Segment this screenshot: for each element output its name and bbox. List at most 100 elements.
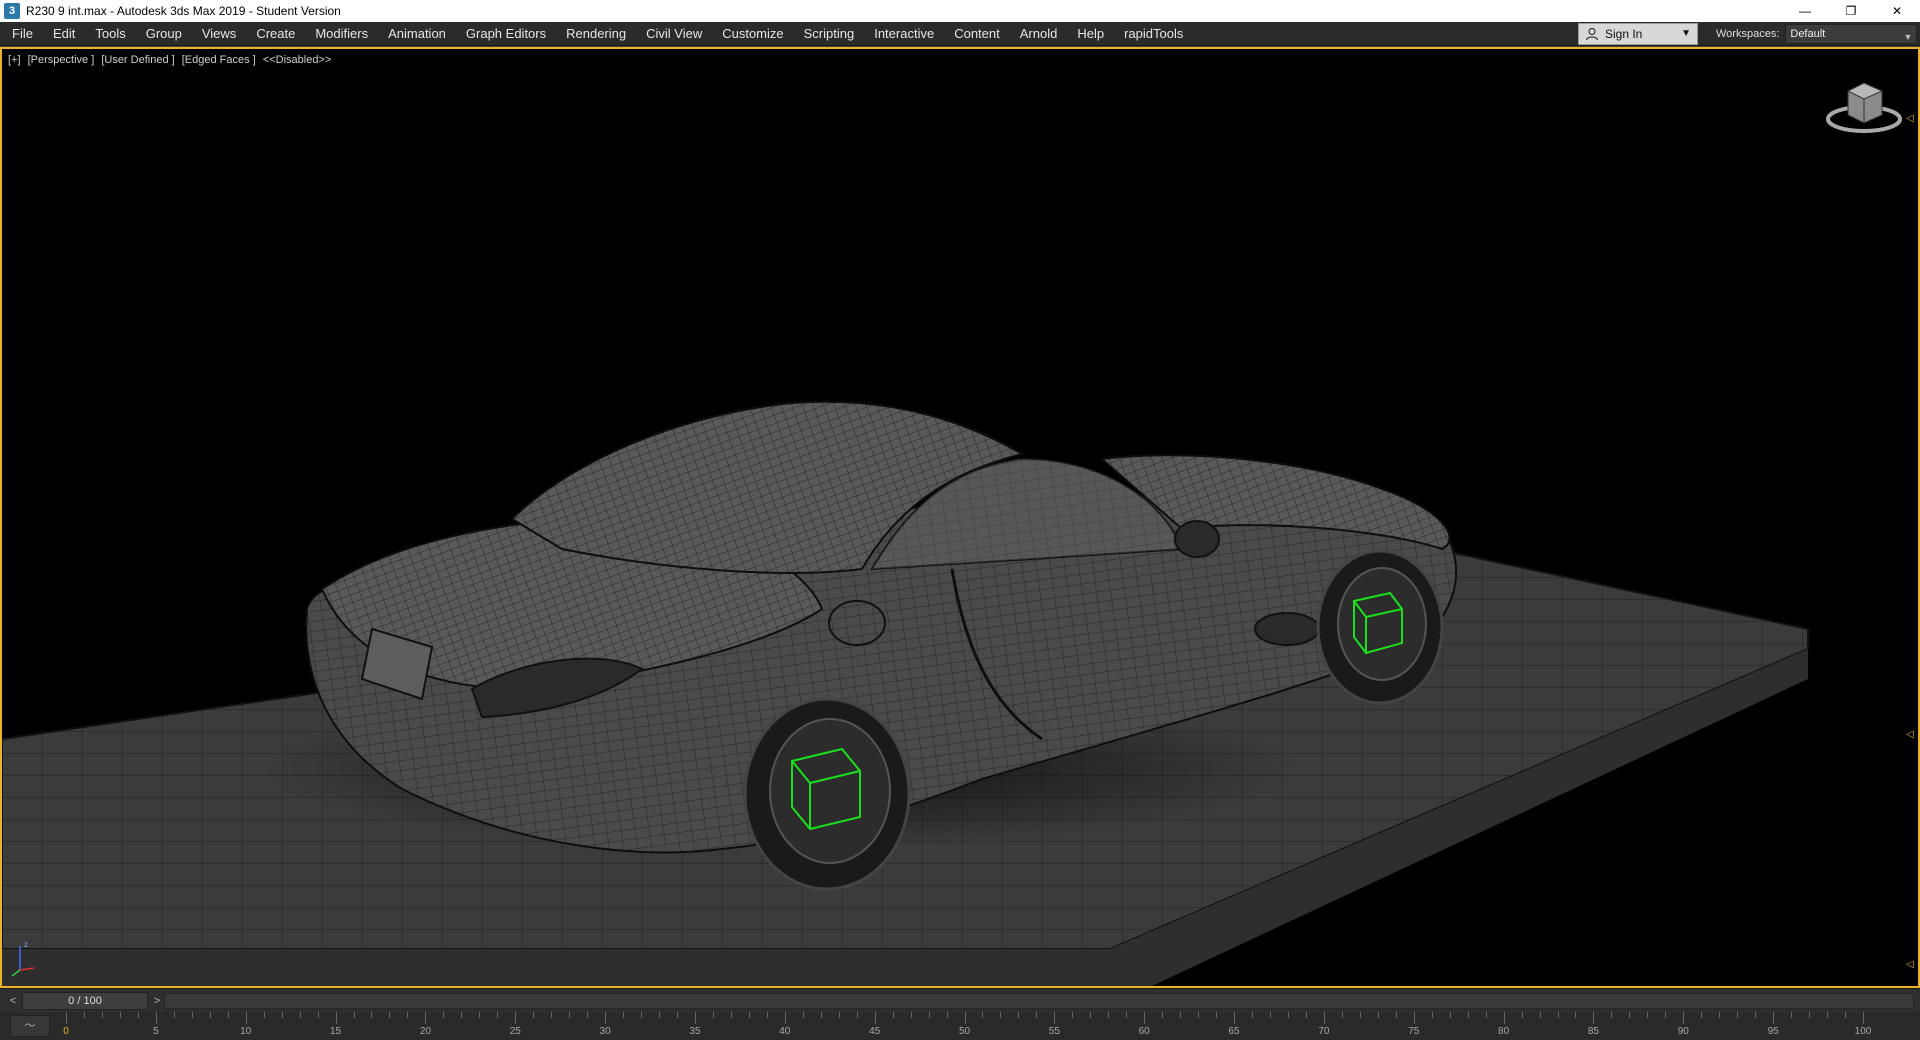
ruler-tick — [659, 1012, 660, 1018]
menu-rendering[interactable]: Rendering — [556, 22, 636, 46]
close-button[interactable]: ✕ — [1874, 0, 1920, 22]
workspaces-dropdown[interactable]: Default ▼ — [1785, 24, 1918, 44]
viewcube-icon[interactable] — [1824, 73, 1904, 137]
ruler-tick — [1395, 1012, 1397, 1018]
menu-content[interactable]: Content — [944, 22, 1010, 46]
ruler-tick — [946, 1012, 948, 1018]
ruler-tick — [407, 1012, 409, 1018]
ruler-tick — [1521, 1012, 1523, 1018]
menu-customize[interactable]: Customize — [712, 22, 793, 46]
viewport-edge-arrow-icon[interactable]: ◁ — [1906, 729, 1916, 741]
ruler-tick — [497, 1012, 499, 1018]
next-frame-button[interactable]: > — [150, 993, 164, 1009]
ruler-tick-label: 50 — [958, 1026, 971, 1037]
viewport-shading-menu[interactable]: [User Defined ] — [101, 54, 174, 66]
ruler-tick-label: 70 — [1318, 1026, 1330, 1037]
time-slider-frame-display[interactable]: 0 / 100 — [22, 992, 148, 1010]
ruler-tick — [928, 1012, 930, 1018]
ruler-tick — [1557, 1012, 1559, 1018]
viewport-edge-arrow-icon[interactable]: ◁ — [1906, 959, 1916, 971]
ruler-tick — [425, 1012, 427, 1024]
menu-views[interactable]: Views — [192, 22, 246, 46]
ruler-tick — [137, 1012, 139, 1018]
mini-curve-editor-icon[interactable]: 〜 — [10, 1015, 50, 1037]
ruler-tick — [1341, 1012, 1343, 1018]
viewport-disabled-status: <<Disabled>> — [262, 54, 332, 66]
frame-ruler[interactable]: 0 5 10 15 20 25 30 35 40 45 50 55 60 65 70 75 80 85 90 95 10… — [58, 1012, 1920, 1040]
menu-edit[interactable]: Edit — [43, 22, 85, 46]
ruler-tick-label: 5 — [153, 1026, 159, 1037]
viewport-general-menu[interactable]: [+] — [8, 54, 21, 66]
menu-file[interactable]: File — [0, 22, 43, 46]
time-slider-track[interactable] — [164, 993, 1914, 1009]
ruler-tick — [371, 1012, 373, 1018]
ruler-tick — [191, 1012, 193, 1018]
menu-graph-editors[interactable]: Graph Editors — [456, 22, 556, 46]
ruler-tick — [227, 1012, 229, 1018]
ruler-tick — [1162, 1012, 1164, 1018]
time-slider-bar: < 0 / 100 > — [0, 988, 1920, 1012]
viewport-display-menu[interactable]: [Edged Faces ] — [182, 54, 256, 66]
ruler-tick — [874, 1012, 876, 1024]
front-wheel — [1316, 549, 1444, 705]
ruler-tick — [119, 1012, 121, 1018]
ruler-tick — [263, 1012, 265, 1018]
restore-button[interactable]: ❐ — [1828, 0, 1874, 22]
ruler-tick — [1269, 1012, 1271, 1018]
minimize-button[interactable]: — — [1782, 0, 1828, 22]
menu-group[interactable]: Group — [136, 22, 192, 46]
ruler-tick-label: 40 — [779, 1026, 791, 1037]
ruler-tick-label: 55 — [1048, 1026, 1060, 1037]
ruler-tick — [1809, 1012, 1811, 1018]
window-title: R230 9 int.max - Autodesk 3ds Max 2019 -… — [26, 4, 341, 18]
viewport-label[interactable]: [+] [Perspective ] [User Defined ] [Edge… — [8, 54, 335, 66]
ruler-tick — [1036, 1012, 1038, 1018]
sign-in-button[interactable]: Sign In ▼ — [1578, 23, 1698, 45]
ruler-tick — [66, 1012, 67, 1024]
ruler-tick — [1305, 1012, 1307, 1018]
window-controls: — ❐ ✕ — [1782, 0, 1920, 22]
menu-create[interactable]: Create — [246, 22, 305, 46]
ruler-tick — [1323, 1012, 1325, 1024]
sign-in-label: Sign In — [1605, 27, 1643, 41]
ruler-tick-label: 20 — [419, 1026, 431, 1037]
ruler-tick-label: 25 — [509, 1026, 521, 1037]
ruler-tick — [1791, 1012, 1793, 1018]
title-bar: 3 R230 9 int.max - Autodesk 3ds Max 2019… — [0, 0, 1920, 22]
ruler-tick — [676, 1012, 678, 1018]
viewport-point-of-view-menu[interactable]: [Perspective ] — [28, 54, 95, 66]
ruler-tick — [1072, 1012, 1074, 1018]
ruler-tick-label: 60 — [1138, 1026, 1150, 1037]
ruler-tick — [1252, 1012, 1254, 1018]
ruler-tick-label: 30 — [599, 1026, 611, 1037]
viewport-edge-arrow-icon[interactable]: ◁ — [1906, 113, 1916, 125]
menu-animation[interactable]: Animation — [378, 22, 456, 46]
ruler-tick — [1000, 1012, 1002, 1018]
ruler-tick — [784, 1012, 786, 1024]
perspective-viewport[interactable]: [+] [Perspective ] [User Defined ] [Edge… — [0, 47, 1920, 988]
menu-tools[interactable]: Tools — [85, 22, 135, 46]
menu-civil-view[interactable]: Civil View — [636, 22, 712, 46]
ruler-tick — [964, 1012, 966, 1024]
menu-modifiers[interactable]: Modifiers — [305, 22, 378, 46]
menu-help[interactable]: Help — [1067, 22, 1114, 46]
ruler-tick — [389, 1012, 391, 1018]
ruler-tick — [982, 1012, 984, 1018]
ruler-tick-label: 90 — [1677, 1026, 1689, 1037]
menu-arnold[interactable]: Arnold — [1010, 22, 1068, 46]
ruler-tick-label: 0 — [63, 1026, 69, 1037]
menu-interactive[interactable]: Interactive — [864, 22, 944, 46]
ruler-tick — [1593, 1012, 1595, 1024]
ruler-tick — [479, 1012, 481, 1018]
previous-frame-button[interactable]: < — [6, 993, 20, 1009]
user-icon — [1585, 27, 1599, 41]
3dsmax-app-icon: 3 — [4, 3, 20, 19]
ruler-tick — [461, 1012, 463, 1018]
menu-scripting[interactable]: Scripting — [794, 22, 865, 46]
ruler-tick — [1413, 1012, 1415, 1024]
menu-rapidtools[interactable]: rapidTools — [1114, 22, 1193, 46]
ruler-tick-label: 80 — [1498, 1026, 1510, 1037]
ruler-tick — [1108, 1012, 1110, 1018]
ruler-tick — [838, 1012, 840, 1018]
ruler-tick — [335, 1012, 337, 1024]
